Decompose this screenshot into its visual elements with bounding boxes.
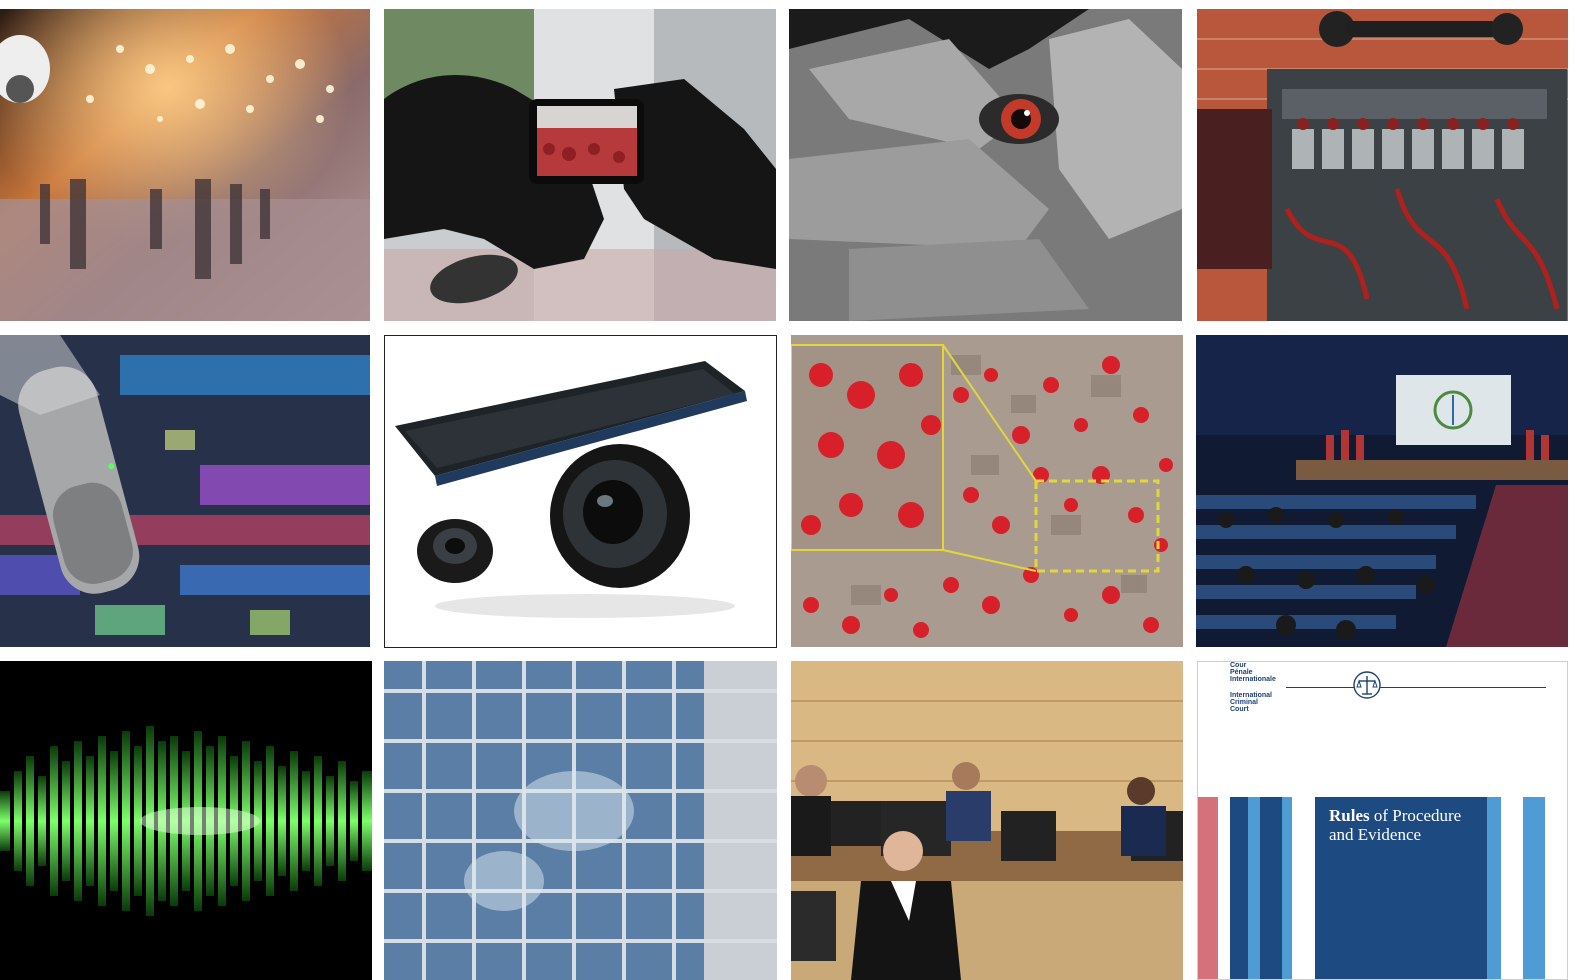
org-name-english: International Criminal Court [1230,692,1273,713]
phone-and-lenses-photo [384,335,777,648]
cover-stripe-navy-2 [1260,797,1282,979]
courtroom-photo [791,661,1183,980]
cover-stripe-light-1 [1248,797,1260,979]
glass-building-photo [384,661,777,980]
assembly-hall-photo [1196,335,1568,647]
satellite-village-image [791,335,1183,647]
audio-waveform-graphic [0,661,372,980]
icc-emblem-icon [1349,670,1385,700]
surveillance-street-photo [0,9,370,321]
org-name-french: Cour Pénale Internationale [1230,662,1276,683]
cover-title-bold: Rules [1329,806,1370,825]
header-rule [1286,687,1546,688]
eye-through-fingers-photo [789,9,1182,321]
rules-of-procedure-cover: Cour Pénale Internationale International… [1197,661,1568,980]
cover-stripe-light-3 [1487,797,1501,979]
smartphone-filming-photo [384,9,776,321]
cover-stripe-navy-1 [1230,797,1248,979]
cover-stripe-light-2 [1282,797,1292,979]
cover-stripe-pink [1198,797,1218,979]
studio-microphone-photo [0,335,370,647]
cover-stripe-light-4 [1523,797,1545,979]
cover-title-line2: and Evidence [1329,825,1422,844]
cover-title-rest: of Procedure [1369,806,1462,825]
cover-title: Rules of Procedure and Evidence [1329,806,1461,844]
field-telephone-switchboard-photo [1197,9,1568,321]
